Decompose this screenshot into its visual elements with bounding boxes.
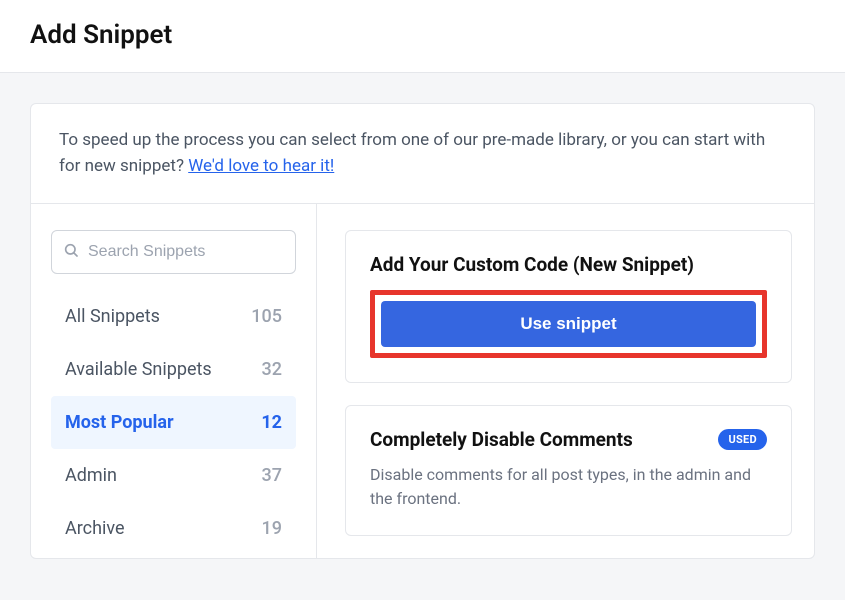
- intro-text-body: To speed up the process you can select f…: [59, 130, 765, 176]
- snippet-title: Completely Disable Comments: [370, 428, 633, 451]
- intro-text: To speed up the process you can select f…: [31, 104, 814, 204]
- sidebar-item-archive[interactable]: Archive 19: [51, 502, 296, 555]
- category-list: All Snippets 105 Available Snippets 32 M…: [51, 290, 296, 555]
- sidebar-item-count: 12: [261, 412, 282, 433]
- search-input[interactable]: [51, 230, 296, 274]
- snippet-description: Disable comments for all post types, in …: [370, 463, 767, 511]
- sidebar-item-available-snippets[interactable]: Available Snippets 32: [51, 343, 296, 396]
- use-snippet-highlight: Use snippet: [370, 290, 767, 358]
- sidebar-item-all-snippets[interactable]: All Snippets 105: [51, 290, 296, 343]
- sidebar-item-count: 32: [262, 359, 282, 380]
- page-header: Add Snippet: [0, 0, 845, 73]
- content-area: Add Your Custom Code (New Snippet) Use s…: [317, 204, 814, 558]
- search-wrap: [51, 230, 296, 274]
- sidebar-item-label: Available Snippets: [65, 359, 212, 380]
- used-badge: USED: [718, 429, 767, 450]
- snippet-title: Add Your Custom Code (New Snippet): [370, 253, 767, 276]
- body-layout: All Snippets 105 Available Snippets 32 M…: [31, 204, 814, 558]
- sidebar-item-label: All Snippets: [65, 306, 160, 327]
- sidebar-item-label: Most Popular: [65, 412, 174, 433]
- sidebar-item-label: Archive: [65, 518, 125, 539]
- main-card: To speed up the process you can select f…: [30, 103, 815, 559]
- sidebar-item-most-popular[interactable]: Most Popular 12: [51, 396, 296, 449]
- sidebar-item-admin[interactable]: Admin 37: [51, 449, 296, 502]
- snippet-card-custom-code: Add Your Custom Code (New Snippet) Use s…: [345, 230, 792, 383]
- sidebar-item-label: Admin: [65, 465, 117, 486]
- intro-link[interactable]: We'd love to hear it!: [188, 156, 334, 176]
- sidebar: All Snippets 105 Available Snippets 32 M…: [31, 204, 317, 558]
- sidebar-item-count: 105: [251, 306, 282, 327]
- snippet-card-disable-comments: Completely Disable Comments USED Disable…: [345, 405, 792, 536]
- snippet-header-row: Completely Disable Comments USED: [370, 428, 767, 451]
- sidebar-item-count: 37: [262, 465, 282, 486]
- page-title: Add Snippet: [30, 20, 815, 50]
- sidebar-item-count: 19: [262, 518, 282, 539]
- use-snippet-button[interactable]: Use snippet: [381, 301, 756, 347]
